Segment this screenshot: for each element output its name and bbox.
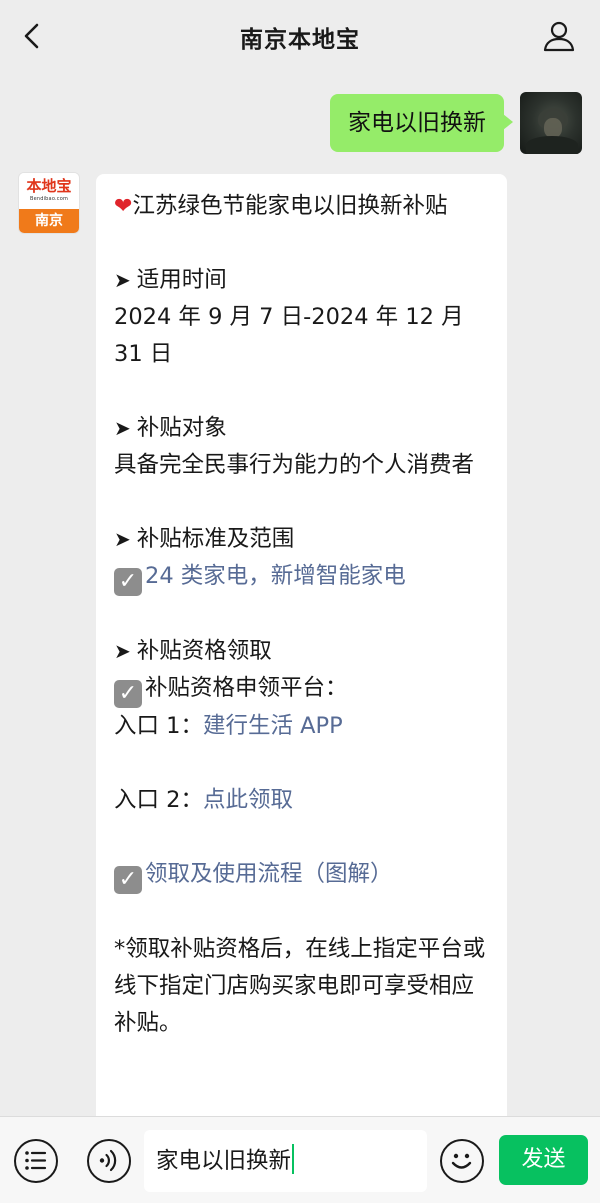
checkbox-checked-icon: ✓ xyxy=(114,680,142,708)
send-button[interactable]: 发送 xyxy=(499,1135,588,1185)
page-title: 南京本地宝 xyxy=(240,27,360,53)
chat-area[interactable]: 家电以旧换新 本地宝 Bendibao.com 南京 ❤江苏绿色节能家电以旧换新… xyxy=(0,72,600,1116)
text-caret xyxy=(292,1144,295,1174)
top-nav-bar: 南京本地宝 xyxy=(0,0,600,72)
time-heading: ➤ 适用时间 xyxy=(114,267,227,293)
process-item: ✓ 领取及使用流程（图解） xyxy=(114,856,489,894)
arrow-right-icon: ➤ xyxy=(114,527,131,551)
bot-avatar[interactable]: 本地宝 Bendibao.com 南京 xyxy=(18,172,80,234)
profile-button[interactable] xyxy=(542,19,576,53)
menu-button[interactable] xyxy=(14,1139,58,1183)
claim-platform: ✓ 补贴资格申领平台： xyxy=(114,670,489,708)
list-menu-icon xyxy=(25,1151,47,1170)
target-value: 具备完全民事行为能力的个人消费者 xyxy=(114,452,475,478)
arrow-right-icon: ➤ xyxy=(114,639,131,663)
emoji-button[interactable] xyxy=(440,1139,484,1183)
entry-2: 入口 2：点此领取 xyxy=(114,787,293,813)
input-bar: 家电以旧换新 发送 xyxy=(0,1116,600,1203)
message-input-value: 家电以旧换新 xyxy=(156,1148,292,1174)
entry-2-link[interactable]: 点此领取 xyxy=(203,787,293,813)
scope-heading: ➤ 补贴标准及范围 xyxy=(114,526,295,552)
voice-icon xyxy=(99,1149,117,1172)
process-link[interactable]: 领取及使用流程（图解） xyxy=(145,861,393,887)
entry-1-link[interactable]: 建行生活 APP xyxy=(203,713,343,739)
time-value: 2024 年 9 月 7 日-2024 年 12 月 31 日 xyxy=(114,304,464,367)
claim-heading: ➤ 补贴资格领取 xyxy=(114,638,272,664)
bendibao-logo: 本地宝 Bendibao.com xyxy=(19,173,79,211)
voice-button[interactable] xyxy=(87,1139,131,1183)
arrow-right-icon: ➤ xyxy=(114,268,131,292)
heart-icon: ❤ xyxy=(114,194,133,219)
entry-1: 入口 1：建行生活 APP xyxy=(114,713,343,739)
smiley-icon xyxy=(451,1153,472,1169)
message-title: ❤江苏绿色节能家电以旧换新补贴 xyxy=(114,193,448,219)
checkbox-checked-icon: ✓ xyxy=(114,866,142,894)
scope-link[interactable]: 24 类家电，新增智能家电 xyxy=(145,563,406,589)
outgoing-message-bubble[interactable]: 家电以旧换新 xyxy=(330,94,513,152)
note-text: *领取补贴资格后，在线上指定平台或线下指定门店购买家电即可享受相应补贴。 xyxy=(114,936,486,1036)
bot-avatar-city: 南京 xyxy=(19,209,79,233)
target-heading: ➤ 补贴对象 xyxy=(114,415,227,441)
scope-item: ✓ 24 类家电，新增智能家电 xyxy=(114,558,489,596)
person-icon xyxy=(543,21,575,52)
incoming-message-bubble[interactable]: ❤江苏绿色节能家电以旧换新补贴 ➤ 适用时间 2024 年 9 月 7 日-202… xyxy=(96,174,507,1116)
outgoing-message-text: 家电以旧换新 xyxy=(348,110,486,136)
checkbox-checked-icon: ✓ xyxy=(114,568,142,596)
user-avatar[interactable] xyxy=(520,92,582,154)
arrow-right-icon: ➤ xyxy=(114,416,131,440)
message-input[interactable]: 家电以旧换新 xyxy=(144,1130,427,1192)
